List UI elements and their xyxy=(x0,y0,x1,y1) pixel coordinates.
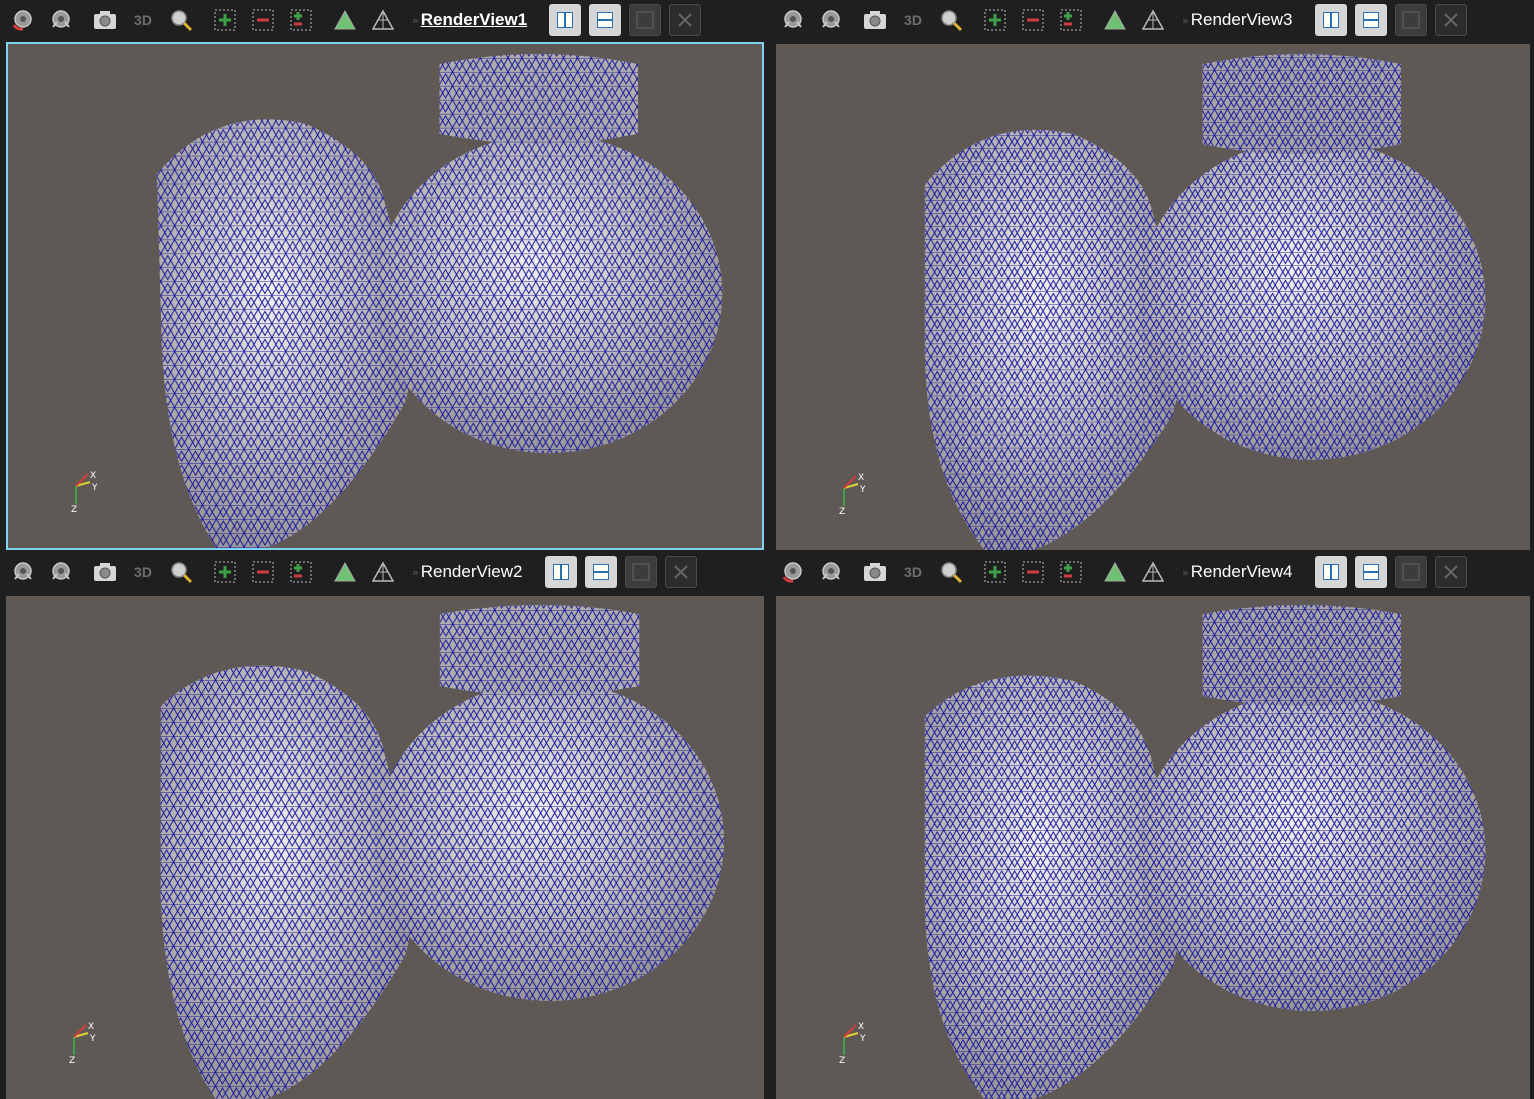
view-title[interactable]: RenderView2 xyxy=(421,562,523,582)
split-horizontal-icon[interactable] xyxy=(544,556,577,588)
3d-mode-toggle[interactable]: 3D xyxy=(898,558,928,586)
select-cells-icon[interactable] xyxy=(980,558,1010,586)
svg-text:Y: Y xyxy=(89,1034,96,1044)
title-chevron: » xyxy=(1182,565,1189,579)
render-viewport[interactable]: XY Z xyxy=(6,596,764,1099)
grow-selection-icon[interactable] xyxy=(286,558,316,586)
render-view-pane-4: 3D » RenderView4 X Y Z xyxy=(770,552,1534,1099)
mesh-render xyxy=(156,53,723,548)
split-horizontal-icon[interactable] xyxy=(549,4,582,36)
reset-camera-icon[interactable] xyxy=(8,6,38,34)
split-vertical-icon[interactable] xyxy=(1354,4,1387,36)
maximize-icon[interactable] xyxy=(629,4,662,36)
svg-text:Y: Y xyxy=(859,1034,866,1044)
svg-text:X: X xyxy=(858,1022,864,1032)
mesh-render xyxy=(160,605,725,1099)
mesh-render xyxy=(924,605,1486,1099)
reset-closest-icon[interactable] xyxy=(46,558,76,586)
select-cells-icon[interactable] xyxy=(210,6,240,34)
render-viewport[interactable]: XY Z xyxy=(776,596,1530,1099)
screenshot-camera-icon[interactable] xyxy=(860,558,890,586)
deselect-cells-icon[interactable] xyxy=(1018,6,1048,34)
split-vertical-icon[interactable] xyxy=(589,4,622,36)
view-toolbar: 3D » RenderView2 xyxy=(0,552,768,592)
grow-selection-icon[interactable] xyxy=(1056,6,1086,34)
view-title[interactable]: RenderView4 xyxy=(1191,562,1293,582)
grow-selection-icon[interactable] xyxy=(286,6,316,34)
screenshot-camera-icon[interactable] xyxy=(90,6,120,34)
svg-text:Y: Y xyxy=(91,483,98,493)
svg-text:Z: Z xyxy=(71,505,77,512)
close-view-icon[interactable] xyxy=(664,556,697,588)
svg-text:Z: Z xyxy=(69,1056,75,1063)
view-toolbar: 3D » RenderView4 xyxy=(770,552,1534,592)
close-view-icon[interactable] xyxy=(669,4,702,36)
split-horizontal-icon[interactable] xyxy=(1314,556,1347,588)
close-view-icon[interactable] xyxy=(1434,4,1467,36)
show-wireframe-icon[interactable] xyxy=(1138,6,1168,34)
3d-mode-toggle[interactable]: 3D xyxy=(898,6,928,34)
orientation-axes: XY Z xyxy=(68,468,108,515)
svg-text:X: X xyxy=(90,471,96,481)
maximize-icon[interactable] xyxy=(1394,4,1427,36)
zoom-to-box-icon[interactable] xyxy=(936,558,966,586)
show-wireframe-icon[interactable] xyxy=(368,6,398,34)
deselect-cells-icon[interactable] xyxy=(248,558,278,586)
split-horizontal-icon[interactable] xyxy=(1314,4,1347,36)
view-toolbar: 3D » RenderView1 xyxy=(0,0,768,40)
view-title[interactable]: RenderView3 xyxy=(1191,10,1293,30)
reset-camera-icon[interactable] xyxy=(778,558,808,586)
orientation-axes: XY Z xyxy=(66,1019,106,1066)
maximize-icon[interactable] xyxy=(624,556,657,588)
zoom-to-box-icon[interactable] xyxy=(936,6,966,34)
title-chevron: » xyxy=(412,13,419,27)
screenshot-camera-icon[interactable] xyxy=(90,558,120,586)
svg-text:Z: Z xyxy=(839,1056,845,1063)
show-wireframe-icon[interactable] xyxy=(1138,558,1168,586)
orientation-axes: XY Z xyxy=(836,1019,876,1066)
show-mesh-icon[interactable] xyxy=(330,6,360,34)
split-vertical-icon[interactable] xyxy=(1354,556,1387,588)
deselect-cells-icon[interactable] xyxy=(248,6,278,34)
render-viewport[interactable]: XY Z xyxy=(776,44,1530,550)
render-view-grid: 3D » RenderView1 X Y Z 3D » RenderView3 … xyxy=(0,0,1534,1099)
maximize-icon[interactable] xyxy=(1394,556,1427,588)
deselect-cells-icon[interactable] xyxy=(1018,558,1048,586)
show-wireframe-icon[interactable] xyxy=(368,558,398,586)
zoom-to-box-icon[interactable] xyxy=(166,558,196,586)
mesh-render xyxy=(924,54,1486,550)
svg-text:X: X xyxy=(88,1022,94,1032)
split-vertical-icon[interactable] xyxy=(584,556,617,588)
zoom-to-box-icon[interactable] xyxy=(166,6,196,34)
title-chevron: » xyxy=(412,565,419,579)
view-title[interactable]: RenderView1 xyxy=(421,10,527,30)
reset-closest-icon[interactable] xyxy=(816,558,846,586)
reset-camera-icon[interactable] xyxy=(778,6,808,34)
render-view-pane-1: 3D » RenderView1 X Y Z xyxy=(0,0,768,550)
select-cells-icon[interactable] xyxy=(980,6,1010,34)
3d-mode-toggle[interactable]: 3D xyxy=(128,558,158,586)
3d-mode-toggle[interactable]: 3D xyxy=(128,6,158,34)
reset-closest-icon[interactable] xyxy=(46,6,76,34)
show-mesh-icon[interactable] xyxy=(330,558,360,586)
title-chevron: » xyxy=(1182,13,1189,27)
svg-text:X: X xyxy=(858,473,864,483)
show-mesh-icon[interactable] xyxy=(1100,6,1130,34)
render-view-pane-2: 3D » RenderView2 X Y Z xyxy=(0,552,768,1099)
close-view-icon[interactable] xyxy=(1434,556,1467,588)
render-viewport[interactable]: XY Z xyxy=(6,42,764,550)
reset-closest-icon[interactable] xyxy=(816,6,846,34)
grow-selection-icon[interactable] xyxy=(1056,558,1086,586)
orientation-axes: XY Z xyxy=(836,470,876,517)
select-cells-icon[interactable] xyxy=(210,558,240,586)
screenshot-camera-icon[interactable] xyxy=(860,6,890,34)
view-toolbar: 3D » RenderView3 xyxy=(770,0,1534,40)
svg-text:Y: Y xyxy=(859,485,866,495)
svg-text:Z: Z xyxy=(839,507,845,514)
render-view-pane-3: 3D » RenderView3 X Y Z xyxy=(770,0,1534,550)
show-mesh-icon[interactable] xyxy=(1100,558,1130,586)
reset-camera-icon[interactable] xyxy=(8,558,38,586)
